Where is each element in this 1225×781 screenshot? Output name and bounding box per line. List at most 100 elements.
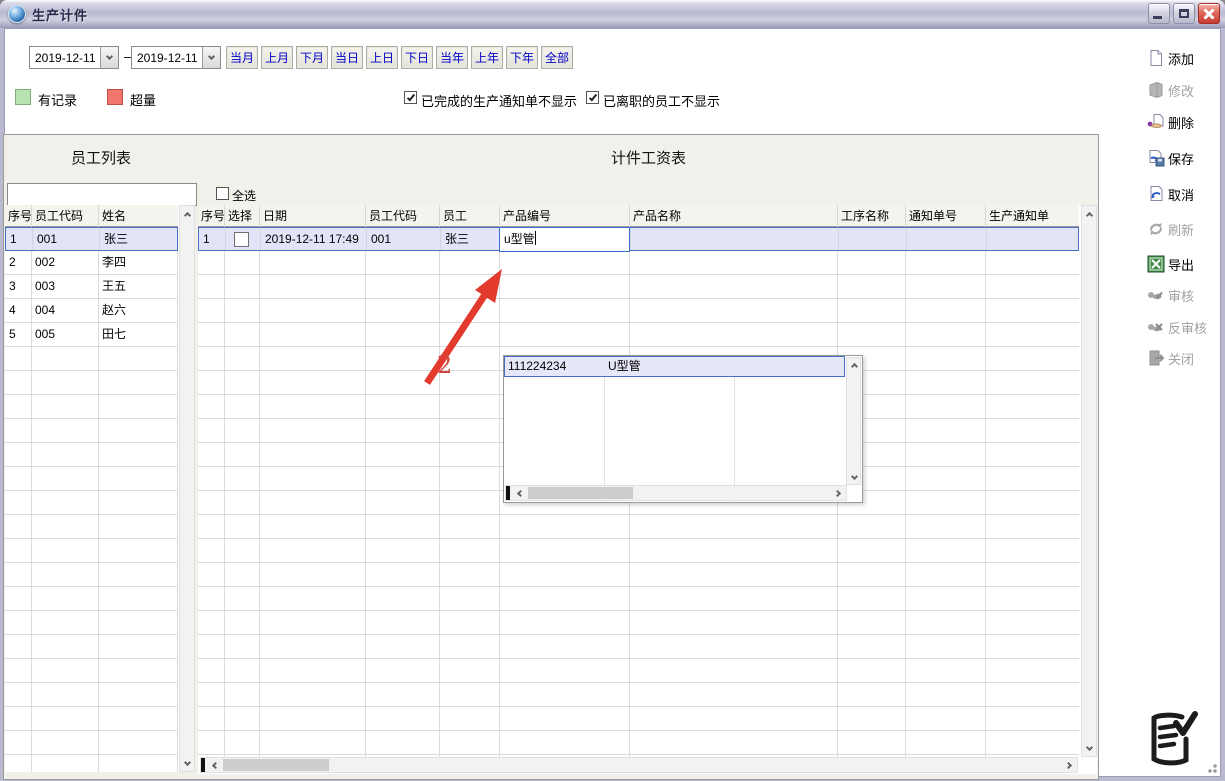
text-caret [535, 231, 536, 245]
employee-table-vscrollbar[interactable] [179, 205, 195, 772]
minimize-button[interactable] [1148, 3, 1170, 24]
range-current-month-button[interactable]: 当月 [226, 46, 258, 69]
app-window: 生产计件 2019-12-11 – 2019-12-11 当月 上月 下月 当日… [0, 0, 1225, 781]
scroll-down-icon[interactable] [847, 470, 861, 484]
col-header-employee[interactable]: 员工 [439, 205, 499, 227]
close-form-button: 关闭 [1147, 347, 1225, 369]
unaudit-button: 反审核 [1147, 316, 1225, 338]
piecework-row[interactable]: 1 2019-12-11 17:49 001 张三 u型管 [198, 227, 1079, 251]
cell-name: 李四 [98, 251, 178, 275]
row-select-checkbox[interactable] [234, 232, 249, 247]
hscroll-thumb[interactable] [223, 759, 329, 771]
product-name-option: U型管 [605, 357, 735, 376]
piecework-table-vscrollbar[interactable] [1081, 205, 1097, 757]
date-to-select[interactable]: 2019-12-11 [131, 46, 221, 69]
scroll-right-icon[interactable] [1062, 758, 1076, 772]
export-button[interactable]: 导出 [1147, 253, 1225, 275]
range-prev-year-button[interactable]: 上年 [471, 46, 503, 69]
scroll-left-icon[interactable] [207, 758, 221, 772]
save-icon [1147, 149, 1165, 167]
employee-table: 序号 员工代码 姓名 1 001 张三 2 002 李四 [5, 205, 195, 772]
scroll-up-icon[interactable] [1082, 207, 1096, 221]
range-all-button[interactable]: 全部 [541, 46, 573, 69]
piecework-table-title: 计件工资表 [200, 147, 1097, 168]
employee-row[interactable]: 2 002 李四 [5, 251, 178, 275]
employee-row[interactable]: 5 005 田七 [5, 323, 178, 347]
col-header-notice-no[interactable]: 通知单号 [905, 205, 985, 227]
col-header-product-name[interactable]: 产品名称 [629, 205, 837, 227]
range-current-day-button[interactable]: 当日 [331, 46, 363, 69]
employee-row[interactable]: 1 001 张三 [5, 227, 178, 251]
piecework-table-hscrollbar[interactable] [200, 757, 1078, 773]
splitter-handle[interactable] [506, 486, 510, 500]
hscroll-thumb[interactable] [528, 487, 633, 499]
col-header-emp-code[interactable]: 员工代码 [365, 205, 439, 227]
cancel-button[interactable]: 取消 [1147, 183, 1225, 205]
col-header-emp-code[interactable]: 员工代码 [31, 205, 98, 227]
cell-employee: 张三 [440, 228, 500, 250]
col-header-select[interactable]: 选择 [224, 205, 259, 227]
range-next-day-button[interactable]: 下日 [401, 46, 433, 69]
refresh-icon [1147, 220, 1165, 238]
date-from-select[interactable]: 2019-12-11 [29, 46, 119, 69]
col-header-process-name[interactable]: 工序名称 [837, 205, 905, 227]
product-extra-option [735, 357, 845, 376]
audit-icon [1147, 286, 1165, 304]
range-current-year-button[interactable]: 当年 [436, 46, 468, 69]
save-button[interactable]: 保存 [1147, 147, 1225, 169]
date-from-dropdown-button[interactable] [100, 47, 118, 68]
cell-seq: 1 [6, 228, 32, 250]
range-next-month-button[interactable]: 下月 [296, 46, 328, 69]
audit-button: 审核 [1147, 284, 1225, 306]
product-code-edit-input[interactable]: u型管 [499, 227, 630, 252]
scroll-down-icon[interactable] [180, 756, 194, 770]
unaudit-icon [1147, 318, 1165, 336]
col-header-seq[interactable]: 序号 [5, 205, 31, 227]
scroll-left-icon[interactable] [512, 486, 526, 500]
cell-name: 田七 [98, 323, 178, 347]
date-to-dropdown-button[interactable] [202, 47, 220, 68]
range-prev-month-button[interactable]: 上月 [261, 46, 293, 69]
col-header-production-notice[interactable]: 生产通知单 [985, 205, 1079, 227]
range-next-year-button[interactable]: 下年 [506, 46, 538, 69]
employee-row[interactable]: 4 004 赵六 [5, 299, 178, 323]
scroll-right-icon[interactable] [831, 486, 845, 500]
scroll-up-icon[interactable] [847, 358, 861, 372]
checklist-logo-icon [1146, 709, 1198, 771]
close-window-button[interactable] [1198, 3, 1220, 24]
annotation-step-number: 2 [437, 351, 452, 379]
select-all-checkbox[interactable] [216, 187, 229, 200]
delete-button[interactable]: 删除 [1147, 111, 1225, 133]
col-header-seq[interactable]: 序号 [198, 205, 224, 227]
product-option-row[interactable]: 111224234 U型管 [504, 356, 845, 377]
scroll-up-icon[interactable] [180, 207, 194, 221]
employee-row[interactable]: 3 003 王五 [5, 275, 178, 299]
col-header-name[interactable]: 姓名 [98, 205, 178, 227]
hide-finished-orders-checkbox[interactable] [404, 91, 417, 104]
col-header-product-code[interactable]: 产品编号 [499, 205, 629, 227]
export-excel-icon [1147, 255, 1165, 273]
cell-notice-no [906, 228, 986, 250]
cell-product-name [630, 228, 838, 250]
add-button[interactable]: 添加 [1147, 47, 1225, 69]
employee-list-title: 员工列表 [8, 147, 194, 168]
cancel-icon [1147, 185, 1165, 203]
piecework-table-header: 序号 选择 日期 员工代码 员工 产品编号 产品名称 工序名称 通知单号 生产通… [198, 205, 1079, 227]
resize-grip[interactable] [1205, 761, 1217, 773]
cell-emp-code: 004 [31, 299, 98, 323]
cell-seq: 3 [5, 275, 31, 299]
popup-vscrollbar[interactable] [846, 357, 861, 485]
modify-icon [1147, 81, 1165, 99]
employee-search-input[interactable] [7, 183, 197, 206]
range-prev-day-button[interactable]: 上日 [366, 46, 398, 69]
col-header-date[interactable]: 日期 [259, 205, 365, 227]
product-code-option: 111224234 [505, 357, 605, 376]
maximize-button[interactable] [1173, 3, 1195, 24]
scroll-down-icon[interactable] [1082, 741, 1096, 755]
cell-production-notice [986, 228, 1080, 250]
splitter-handle[interactable] [201, 758, 205, 772]
popup-hscrollbar[interactable] [505, 485, 847, 501]
cell-emp-code: 003 [31, 275, 98, 299]
hide-resigned-employees-checkbox[interactable] [586, 91, 599, 104]
cell-name: 王五 [98, 275, 178, 299]
